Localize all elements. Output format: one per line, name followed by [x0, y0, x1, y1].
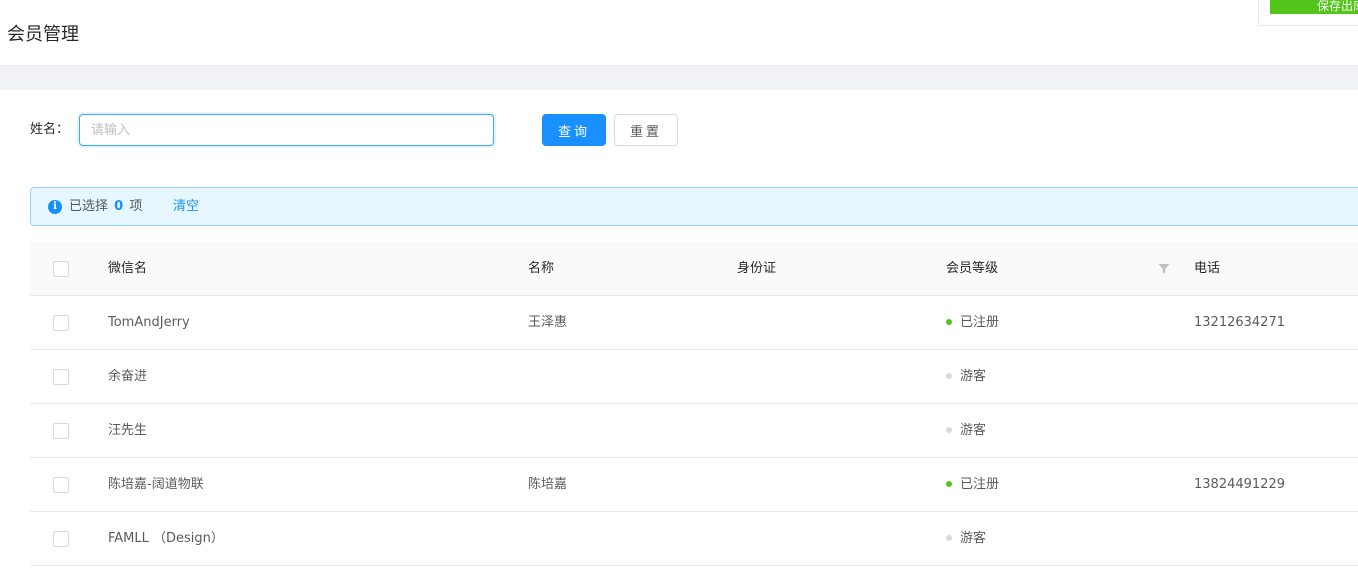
page-header: 会员管理 保存出库: [0, 0, 1358, 66]
table-row[interactable]: 汪先生 游客: [30, 404, 1358, 458]
cell-level: 游客: [946, 530, 986, 548]
info-circle-icon: i: [48, 200, 62, 214]
row-checkbox[interactable]: [53, 423, 69, 439]
reset-button[interactable]: 重置: [614, 114, 678, 146]
select-all-checkbox[interactable]: [53, 261, 69, 277]
column-header-wechat: 微信名: [108, 261, 148, 276]
level-label: 游客: [960, 369, 987, 384]
table-header: 微信名 名称 身份证 会员等级 电话: [30, 242, 1358, 296]
cell-wechat: 余奋进: [108, 369, 148, 384]
corner-panel: 保存出库: [1258, 0, 1358, 26]
selection-summary: 已选择 0 项: [69, 198, 142, 216]
status-dot-icon: [946, 534, 952, 541]
selection-suffix: 项: [129, 199, 143, 214]
cell-phone: 13824491229: [1194, 477, 1285, 492]
cell-wechat: FAMLL （Design）: [108, 531, 224, 546]
column-header-phone: 电话: [1194, 261, 1221, 276]
table-row[interactable]: FAMLL （Design） 游客: [30, 512, 1358, 566]
selection-count: 0: [114, 199, 124, 214]
level-label: 已注册: [960, 315, 1000, 330]
status-dot-icon: [946, 426, 952, 433]
cell-level: 游客: [946, 422, 986, 440]
table-body: TomAndJerry 王泽惠 已注册 13212634271 余奋进 游客 汪先生 游客 陈培…: [30, 296, 1358, 566]
level-label: 游客: [960, 531, 987, 546]
table-row[interactable]: 陈培嘉-阔道物联 陈培嘉 已注册 13824491229: [30, 458, 1358, 512]
cell-name: 陈培嘉: [528, 477, 568, 492]
name-search-input[interactable]: [79, 114, 494, 146]
status-dot-icon: [946, 318, 952, 325]
filter-icon[interactable]: [1158, 263, 1170, 275]
clear-selection-link[interactable]: 清空: [173, 198, 199, 216]
row-checkbox[interactable]: [53, 369, 69, 385]
row-checkbox[interactable]: [53, 315, 69, 331]
cell-name: 王泽惠: [528, 315, 568, 330]
page-title: 会员管理: [7, 24, 79, 45]
cell-wechat: 陈培嘉-阔道物联: [108, 477, 204, 492]
row-checkbox[interactable]: [53, 477, 69, 493]
name-label: 姓名：: [30, 122, 70, 137]
members-table: 微信名 名称 身份证 会员等级 电话 TomAndJerry 王泽惠 已注册 1321…: [30, 242, 1358, 566]
level-label: 游客: [960, 423, 987, 438]
cell-level: 游客: [946, 368, 986, 386]
cell-phone: 13212634271: [1194, 315, 1285, 330]
column-header-name: 名称: [528, 261, 555, 276]
column-header-level: 会员等级: [946, 261, 999, 276]
cell-level: 已注册: [946, 314, 999, 332]
cell-wechat: 汪先生: [108, 423, 148, 438]
cell-level: 已注册: [946, 476, 999, 494]
query-button[interactable]: 查询: [542, 114, 606, 146]
content-divider: [0, 66, 1358, 90]
cell-wechat: TomAndJerry: [108, 315, 190, 330]
column-header-id-card: 身份证: [737, 261, 777, 276]
status-dot-icon: [946, 372, 952, 379]
selection-alert: i 已选择 0 项 清空: [30, 187, 1358, 226]
status-dot-icon: [946, 480, 952, 487]
table-row[interactable]: TomAndJerry 王泽惠 已注册 13212634271: [30, 296, 1358, 350]
row-checkbox[interactable]: [53, 531, 69, 547]
table-row[interactable]: 余奋进 游客: [30, 350, 1358, 404]
selection-prefix: 已选择: [69, 199, 109, 214]
level-label: 已注册: [960, 477, 1000, 492]
corner-action-button[interactable]: 保存出库: [1270, 0, 1358, 14]
